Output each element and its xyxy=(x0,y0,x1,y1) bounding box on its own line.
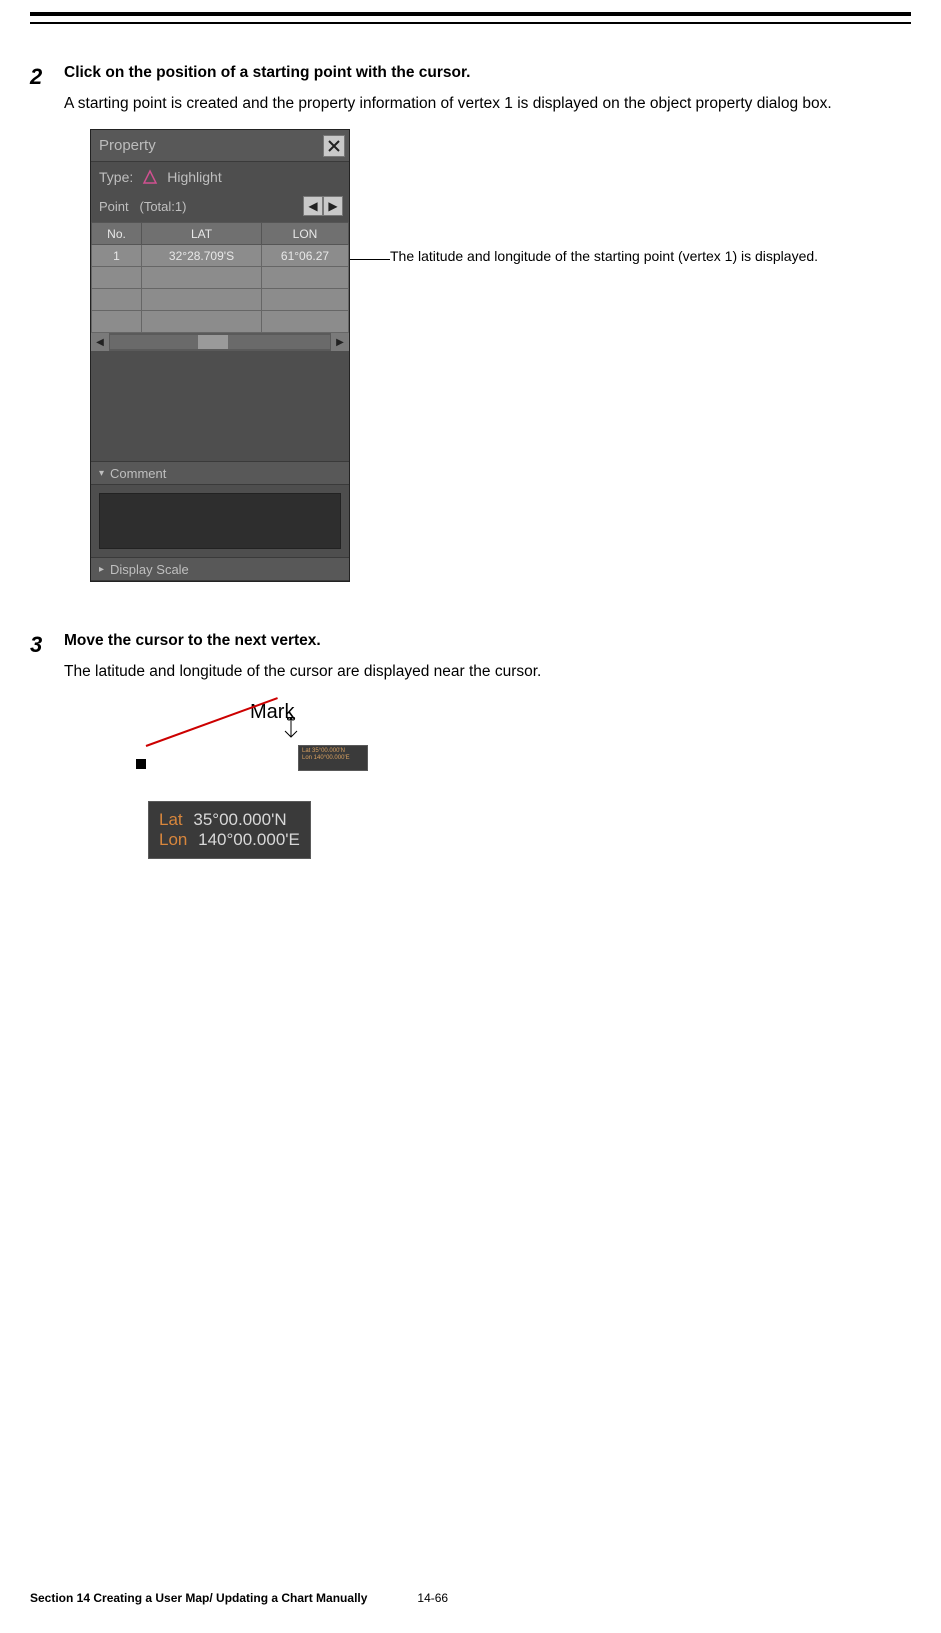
chevron-down-icon: ▾ xyxy=(99,468,104,479)
lon-label: Lon xyxy=(159,830,187,849)
step-title: Click on the position of a starting poin… xyxy=(64,64,911,82)
prev-button[interactable]: ◀ xyxy=(303,196,323,216)
chevron-right-icon: ▸ xyxy=(99,564,104,575)
col-lon: LON xyxy=(262,223,349,245)
footer-section: Section 14 Creating a User Map/ Updating… xyxy=(30,1591,367,1605)
table-row xyxy=(92,267,349,289)
close-icon xyxy=(327,139,341,153)
table-row xyxy=(92,311,349,333)
pager: ◀ ▶ xyxy=(303,196,343,216)
next-button[interactable]: ▶ xyxy=(323,196,343,216)
step-body: Click on the position of a starting poin… xyxy=(64,64,911,119)
point-table: No. LAT LON 1 32°28.709'S 61°06.27 xyxy=(91,222,349,333)
figure-3: Mark Lat 35°00.000'N Lon 140°00.000'E La… xyxy=(110,701,370,891)
table-header-row: No. LAT LON xyxy=(92,223,349,245)
table-row xyxy=(92,289,349,311)
cell-lat: 32°28.709'S xyxy=(142,245,262,267)
page: 2 Click on the position of a starting po… xyxy=(0,12,941,1633)
cursor-tooltip-small: Lat 35°00.000'N Lon 140°00.000'E xyxy=(298,745,368,771)
dialog-titlebar: Property xyxy=(91,130,349,162)
step-2: 2 Click on the position of a starting po… xyxy=(30,64,911,119)
scroll-track[interactable] xyxy=(110,335,330,349)
cell-lon: 61°06.27 xyxy=(262,245,349,267)
comment-label: Comment xyxy=(110,466,166,481)
lon-row: Lon 140°00.000'E xyxy=(159,830,300,850)
callout-text: The latitude and longitude of the starti… xyxy=(390,247,818,267)
scroll-right-button[interactable]: ▶ xyxy=(331,333,349,351)
property-dialog: Property Type: Highlight Point (Total:1) xyxy=(90,129,350,582)
lat-value: 35°00.000'N xyxy=(193,810,286,829)
highlight-icon xyxy=(141,168,159,186)
lat-label: Lat xyxy=(159,810,183,829)
step-3: 3 Move the cursor to the next vertex. Th… xyxy=(30,632,911,687)
step-number: 3 xyxy=(30,632,64,687)
col-no: No. xyxy=(92,223,142,245)
step-body: Move the cursor to the next vertex. The … xyxy=(64,632,911,687)
lon-value: 140°00.000'E xyxy=(198,830,300,849)
figure-2-row: Property Type: Highlight Point (Total:1) xyxy=(90,129,911,582)
type-value: Highlight xyxy=(167,169,221,185)
footer-page: 14-66 xyxy=(417,1591,448,1605)
step-desc: A starting point is created and the prop… xyxy=(64,88,911,119)
display-scale-label: Display Scale xyxy=(110,562,189,577)
col-lat: LAT xyxy=(142,223,262,245)
rule-thick xyxy=(30,12,911,16)
dialog-spacer xyxy=(91,351,349,461)
comment-input[interactable] xyxy=(99,493,341,549)
small-lon: Lon 140°00.000'E xyxy=(302,755,364,762)
step-title: Move the cursor to the next vertex. xyxy=(64,632,911,650)
point-label: Point xyxy=(99,199,129,214)
step-number: 2 xyxy=(30,64,64,119)
scroll-left-button[interactable]: ◀ xyxy=(91,333,109,351)
page-footer: Section 14 Creating a User Map/ Updating… xyxy=(30,1591,911,1605)
table-row[interactable]: 1 32°28.709'S 61°06.27 xyxy=(92,245,349,267)
display-scale-section-header[interactable]: ▸ Display Scale xyxy=(91,557,349,581)
small-lat: Lat 35°00.000'N xyxy=(302,748,364,755)
type-row: Type: Highlight xyxy=(91,162,349,192)
lat-row: Lat 35°00.000'N xyxy=(159,810,300,830)
point-total: (Total:1) xyxy=(139,199,186,214)
close-button[interactable] xyxy=(323,135,345,157)
callout-leader xyxy=(350,259,390,260)
comment-section-header[interactable]: ▾ Comment xyxy=(91,461,349,485)
horizontal-scrollbar[interactable]: ◀ ▶ xyxy=(91,333,349,351)
dialog-title: Property xyxy=(99,137,156,154)
start-point-marker xyxy=(136,759,146,769)
rule-thin xyxy=(30,22,911,24)
scroll-thumb[interactable] xyxy=(198,335,228,349)
type-label: Type: xyxy=(99,169,133,185)
cell-no: 1 xyxy=(92,245,142,267)
step-desc: The latitude and longitude of the cursor… xyxy=(64,656,911,687)
cursor-tooltip-large: Lat 35°00.000'N Lon 140°00.000'E xyxy=(148,801,311,859)
point-row: Point (Total:1) ◀ ▶ xyxy=(91,192,349,222)
cursor-icon xyxy=(282,717,300,748)
gap xyxy=(30,582,911,632)
